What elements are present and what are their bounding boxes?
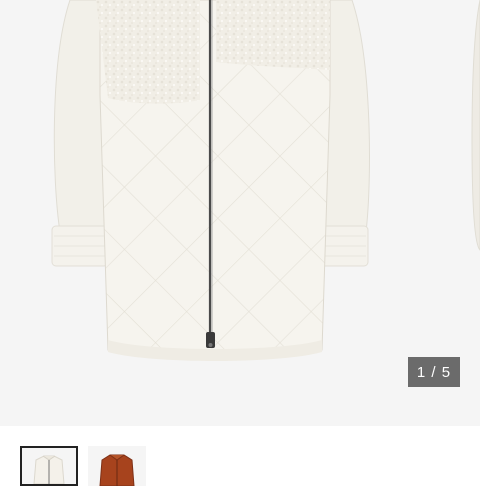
counter-total: 5	[441, 363, 452, 381]
white-jacket-thumbnail-icon	[22, 448, 76, 484]
image-counter: 1 / 5	[408, 357, 460, 387]
thumbnail-rust-jacket[interactable]	[88, 446, 146, 486]
product-image-gallery[interactable]: 1 / 5	[0, 0, 480, 426]
next-product-image-peek[interactable]	[466, 0, 480, 426]
rust-jacket-thumbnail-icon	[88, 446, 146, 486]
thumbnail-strip	[0, 426, 480, 486]
thumbnail-white-jacket[interactable]	[20, 446, 78, 486]
counter-current: 1	[416, 363, 427, 381]
